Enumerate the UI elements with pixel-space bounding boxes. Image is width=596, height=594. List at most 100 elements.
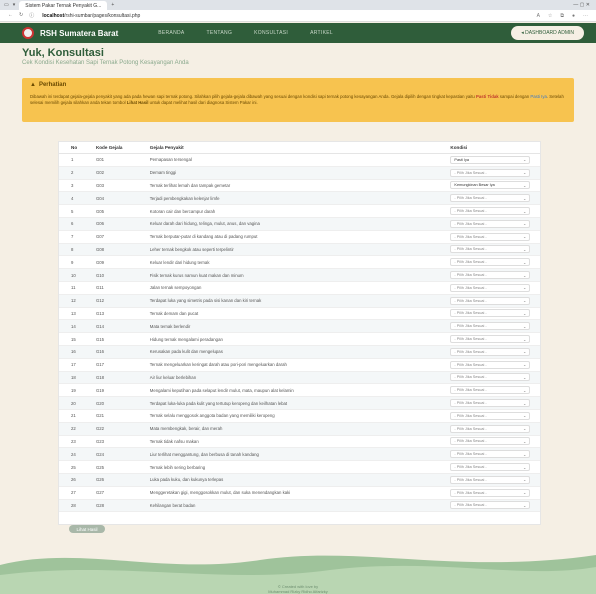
address-bar: ← ↻ ⓘ localhost/rshi-sumbar/pages/konsul…	[0, 10, 596, 22]
kondisi-select[interactable]: - Pilih Jika Sesuai - ⌄	[450, 373, 531, 382]
alert-highlight-blue: Pasti Iya	[530, 94, 547, 99]
kondisi-select[interactable]: - Pilih Jika Sesuai - ⌄	[450, 335, 531, 344]
chevron-down-icon: ⌄	[523, 310, 527, 316]
footer-line2: Muhammad Rizky Ridho Alfarizky	[268, 588, 328, 594]
chevron-down-icon: ⌄	[523, 438, 527, 444]
kondisi-select[interactable]: Kemungkinan Besar Iya ⌄	[450, 181, 531, 190]
favorite-icon[interactable]: ☆	[548, 13, 552, 19]
chevron-down-icon: ⌄	[523, 374, 527, 380]
kondisi-select[interactable]: - Pilih Jika Sesuai - ⌄	[450, 347, 531, 356]
table-row: 8 G08 Leher ternak bengkok atau seperti te…	[59, 243, 540, 257]
kondisi-select[interactable]: - Pilih Jika Sesuai - ⌄	[450, 463, 531, 472]
row-kode: G15	[95, 336, 105, 342]
row-kode: G26	[95, 477, 105, 483]
kondisi-select[interactable]: - Pilih Jika Sesuai - ⌄	[450, 207, 531, 216]
kondisi-select[interactable]: - Pilih Jika Sesuai - ⌄	[450, 475, 531, 484]
kondisi-select[interactable]: - Pilih Jika Sesuai - ⌄	[450, 488, 531, 497]
brand-logo[interactable]	[22, 27, 34, 39]
row-no: 10	[71, 272, 76, 278]
window-menu[interactable]: ▭ ▾	[0, 2, 19, 8]
browser-tab[interactable]: Sistem Pakar Ternak Penyakit G...	[19, 1, 108, 10]
table-row: 21 G21 Ternak selalu menggosok anggota bad…	[59, 410, 540, 423]
row-kondisi: - Pilih Jika Sesuai - ⌄	[447, 168, 540, 177]
kondisi-select[interactable]: - Pilih Jika Sesuai - ⌄	[450, 245, 531, 254]
alert-highlight-red: Pasti Tidak	[476, 94, 499, 99]
kondisi-value: - Pilih Jika Sesuai -	[454, 311, 487, 316]
site-navbar: RSH Sumatera Barat BERANDA TENTANG KONSU…	[0, 23, 596, 43]
header-gejala: Gejala Penyakit	[149, 145, 184, 150]
row-gejala: Ternak mengeluarkan keringat darah atau …	[149, 362, 287, 368]
kondisi-select[interactable]: - Pilih Jika Sesuai - ⌄	[450, 296, 531, 305]
row-gejala: Ternak terlihat lemah dan tampak gemetar	[149, 182, 231, 188]
info-icon[interactable]: ⓘ	[29, 12, 34, 19]
kondisi-select[interactable]: - Pilih Jika Sesuai - ⌄	[450, 322, 531, 331]
new-tab-icon[interactable]: +	[111, 2, 114, 8]
table-row: 27 G27 Menggeretakan gigi, menggosokkan mu…	[59, 487, 540, 500]
row-gejala: Leher ternak bengkok atau seperti terpel…	[149, 246, 234, 252]
dashboard-admin-button[interactable]: ◂ DASHBOARD ADMIN	[511, 26, 584, 40]
row-kondisi: - Pilih Jika Sesuai - ⌄	[447, 347, 540, 356]
chevron-down-icon: ⌄	[523, 272, 527, 278]
row-no: 21	[71, 413, 76, 419]
collections-icon[interactable]: ⧉	[560, 13, 564, 19]
kondisi-select[interactable]: - Pilih Jika Sesuai - ⌄	[450, 194, 531, 203]
menu-beranda[interactable]: BERANDA	[158, 30, 184, 36]
zoom-icon[interactable]: A	[537, 13, 540, 19]
kondisi-value: - Pilih Jika Sesuai -	[454, 426, 487, 431]
lihat-hasil-button[interactable]: Lihat Hasil	[69, 525, 105, 533]
row-no: 24	[71, 451, 76, 457]
window-icon[interactable]: ▭	[4, 2, 9, 8]
row-no: 28	[71, 502, 76, 508]
row-kondisi: - Pilih Jika Sesuai - ⌄	[447, 360, 540, 369]
kondisi-select[interactable]: - Pilih Jika Sesuai - ⌄	[450, 283, 531, 292]
kondisi-select[interactable]: - Pilih Jika Sesuai - ⌄	[450, 271, 531, 280]
row-kondisi: - Pilih Jika Sesuai - ⌄	[447, 424, 540, 433]
brand-name[interactable]: RSH Sumatera Barat	[40, 29, 118, 38]
kondisi-select[interactable]: - Pilih Jika Sesuai - ⌄	[450, 501, 531, 510]
kondisi-value: - Pilih Jika Sesuai -	[454, 362, 487, 367]
reload-icon[interactable]: ↻	[19, 12, 23, 19]
menu-konsultasi[interactable]: KONSULTASI	[254, 30, 288, 36]
chevron-down-icon: ⌄	[523, 413, 527, 419]
more-icon[interactable]: ⋯	[583, 13, 588, 19]
row-kondisi: - Pilih Jika Sesuai - ⌄	[447, 450, 540, 459]
alert-text-4: untuk dapat melihat hasil dari diagnosa …	[148, 99, 258, 105]
row-no: 27	[71, 490, 76, 496]
kondisi-select[interactable]: - Pilih Jika Sesuai - ⌄	[450, 424, 531, 433]
kondisi-select[interactable]: - Pilih Jika Sesuai - ⌄	[450, 168, 531, 177]
table-row: 2 G02 Demam tinggi - Pilih Jika Sesuai - ⌄	[59, 166, 540, 180]
back-icon[interactable]: ←	[8, 12, 13, 19]
row-gejala: Jalan ternak sempoyongan	[149, 285, 202, 291]
row-kondisi: - Pilih Jika Sesuai - ⌄	[447, 475, 540, 484]
tab-list-icon[interactable]: ▾	[13, 2, 16, 8]
row-kode: G03	[95, 182, 105, 188]
kondisi-select[interactable]: - Pilih Jika Sesuai - ⌄	[450, 232, 531, 241]
menu-artikel[interactable]: ARTIKEL	[310, 30, 333, 36]
menu-tentang[interactable]: TENTANG	[207, 30, 233, 36]
chevron-down-icon: ⌄	[523, 170, 527, 176]
kondisi-value: Kemungkinan Besar Iya	[454, 183, 495, 188]
kondisi-select[interactable]: - Pilih Jika Sesuai - ⌄	[450, 437, 531, 446]
kondisi-select[interactable]: - Pilih Jika Sesuai - ⌄	[450, 411, 531, 420]
row-kondisi: Pasti Iya ⌄	[447, 155, 540, 164]
row-kode: G05	[95, 208, 105, 214]
row-gejala: Liur terlihat menggantung, dan berbusa d…	[149, 451, 259, 457]
kondisi-select[interactable]: - Pilih Jika Sesuai - ⌄	[450, 309, 531, 318]
window-controls[interactable]: — ▢ ✕	[573, 2, 596, 8]
kondisi-select[interactable]: - Pilih Jika Sesuai - ⌄	[450, 386, 531, 395]
kondisi-value: - Pilih Jika Sesuai -	[454, 285, 487, 290]
row-kode: G06	[95, 221, 105, 227]
row-gejala: Keluar lendir dari hidung ternak	[149, 259, 210, 265]
chevron-down-icon: ⌄	[523, 349, 527, 355]
kondisi-select[interactable]: Pasti Iya ⌄	[450, 155, 531, 164]
row-kondisi: - Pilih Jika Sesuai - ⌄	[447, 219, 540, 228]
profile-icon[interactable]: ●	[572, 13, 575, 19]
kondisi-select[interactable]: - Pilih Jika Sesuai - ⌄	[450, 360, 531, 369]
row-kondisi: - Pilih Jika Sesuai - ⌄	[447, 271, 540, 280]
kondisi-value: - Pilih Jika Sesuai -	[454, 196, 487, 201]
url-field[interactable]: localhost/rshi-sumbar/pages/konsultasi.p…	[42, 13, 536, 19]
kondisi-select[interactable]: - Pilih Jika Sesuai - ⌄	[450, 399, 531, 408]
kondisi-select[interactable]: - Pilih Jika Sesuai - ⌄	[450, 258, 531, 267]
kondisi-select[interactable]: - Pilih Jika Sesuai - ⌄	[450, 450, 531, 459]
kondisi-select[interactable]: - Pilih Jika Sesuai - ⌄	[450, 219, 531, 228]
